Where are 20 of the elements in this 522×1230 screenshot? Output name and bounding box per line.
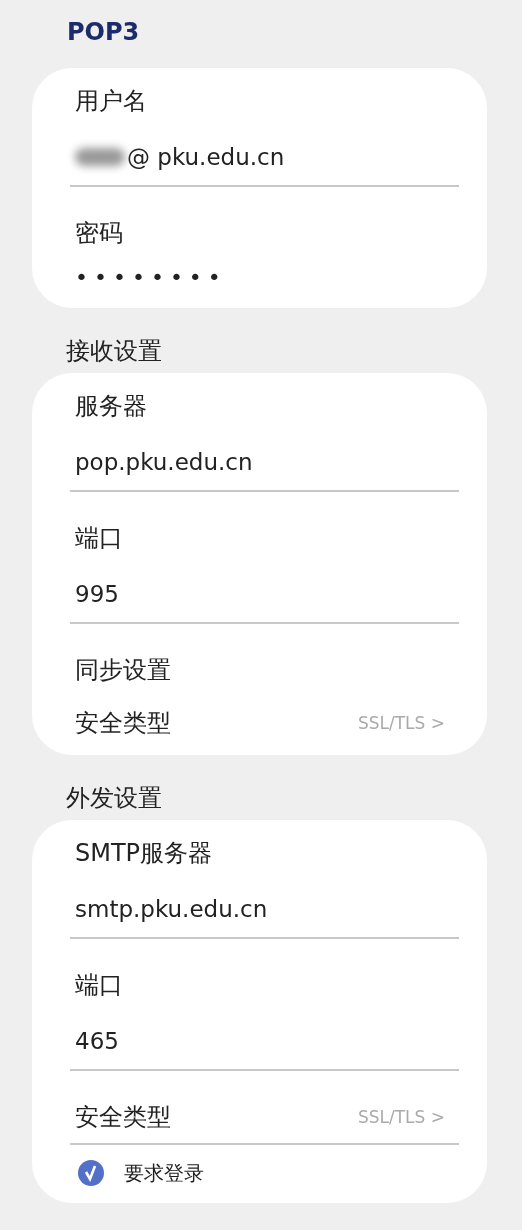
page-title: POP3 bbox=[67, 17, 140, 48]
password-field[interactable]: •••••••• bbox=[75, 258, 227, 298]
input-field[interactable]: 995 bbox=[75, 570, 119, 618]
checkbox[interactable] bbox=[78, 1160, 104, 1186]
section-heading: 外发设置 bbox=[66, 783, 163, 814]
checkbox-label: 要求登录 bbox=[124, 1159, 204, 1187]
settings-item[interactable]: 同步设置 bbox=[75, 648, 171, 692]
field-label: 端口 bbox=[75, 970, 123, 1001]
field-label: 端口 bbox=[75, 523, 123, 554]
field-label: 密码 bbox=[75, 218, 123, 249]
field-label: 安全类型 bbox=[75, 708, 171, 739]
field-label: 用户名 bbox=[75, 86, 147, 117]
input-field[interactable]: 465 bbox=[75, 1017, 119, 1065]
field-label: 服务器 bbox=[75, 391, 147, 422]
input-field[interactable]: pop.pku.edu.cn bbox=[75, 438, 253, 486]
section-heading: 接收设置 bbox=[66, 336, 163, 367]
input-field[interactable]: smtp.pku.edu.cn bbox=[75, 885, 268, 933]
field-label: SMTP服务器 bbox=[75, 838, 213, 869]
input-field[interactable]: @ pku.edu.cn bbox=[127, 133, 285, 181]
field-label: 安全类型 bbox=[75, 1102, 171, 1133]
